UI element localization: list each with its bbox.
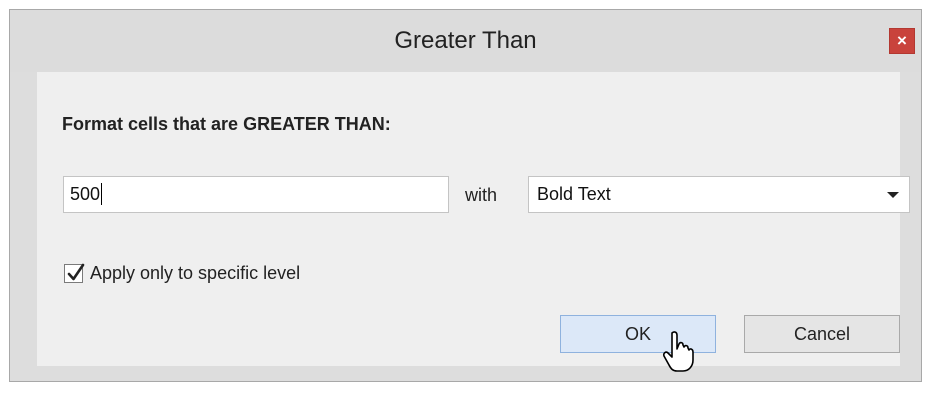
value-text: 500 bbox=[70, 184, 101, 204]
text-caret bbox=[101, 182, 103, 205]
mouse-pointer-icon bbox=[663, 331, 694, 372]
checkmark-icon bbox=[67, 263, 85, 281]
format-heading: Format cells that are GREATER THAN: bbox=[62, 114, 391, 134]
apply-level-label: Apply only to specific level bbox=[90, 263, 301, 283]
dialog-content: Format cells that are GREATER THAN: 500 … bbox=[37, 72, 910, 366]
value-input[interactable]: 500 bbox=[63, 176, 449, 213]
apply-level-checkbox[interactable] bbox=[64, 263, 85, 283]
format-select-value: Bold Text bbox=[537, 184, 611, 204]
greater-than-dialog: Greater Than × Format cells that are GRE… bbox=[9, 9, 922, 382]
title-bar: Greater Than × bbox=[10, 10, 921, 72]
close-button[interactable]: × bbox=[889, 28, 915, 54]
with-label: with bbox=[465, 185, 498, 205]
dialog-title: Greater Than bbox=[394, 27, 537, 54]
cancel-button[interactable]: Cancel bbox=[744, 315, 900, 353]
format-select[interactable]: Bold Text bbox=[528, 176, 910, 213]
dropdown-arrow-icon[interactable] bbox=[887, 192, 899, 198]
